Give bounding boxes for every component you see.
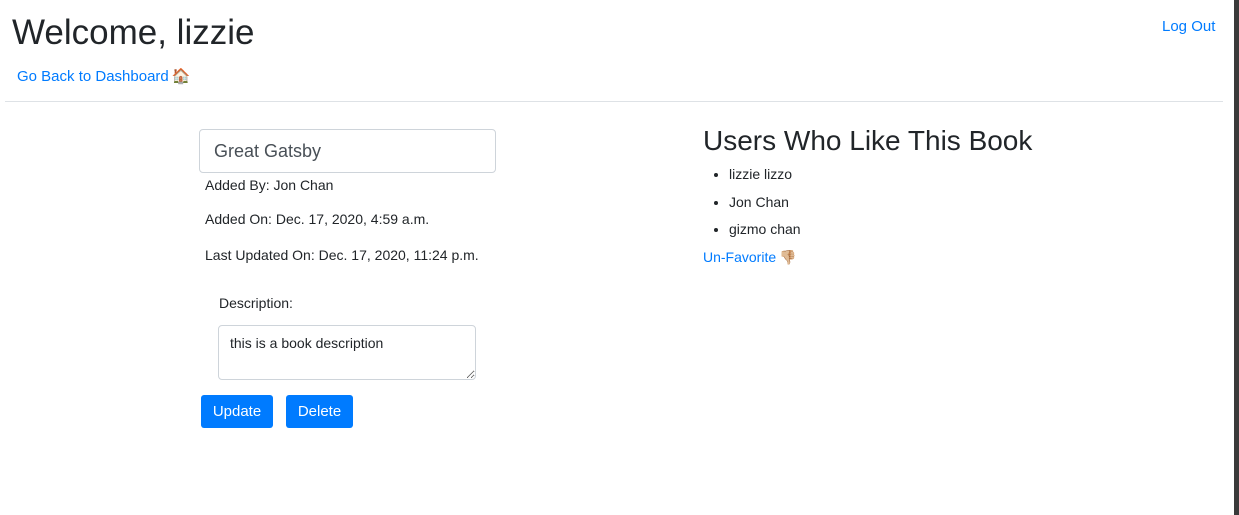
book-detail-page: Welcome, lizzie Log Out Go Back to Dashb…: [0, 0, 1239, 515]
thumbs-down-icon: 👎🏼: [779, 249, 797, 265]
description-label: Description:: [219, 295, 293, 311]
window-edge: [1234, 0, 1239, 515]
added-on-text: Added On: Dec. 17, 2020, 4:59 a.m.: [205, 211, 430, 227]
book-title-input[interactable]: [199, 129, 496, 173]
delete-button[interactable]: Delete: [286, 395, 353, 428]
description-textarea[interactable]: this is a book description: [218, 325, 476, 380]
list-item: Jon Chan: [729, 193, 801, 211]
list-item: gizmo chan: [729, 220, 801, 238]
likes-heading: Users Who Like This Book: [703, 125, 1033, 156]
back-to-dashboard-label: Go Back to Dashboard: [17, 68, 169, 85]
update-button[interactable]: Update: [201, 395, 273, 428]
house-icon: 🏠: [171, 68, 191, 85]
header-divider: [5, 101, 1223, 102]
list-item: lizzie lizzo: [729, 165, 801, 183]
logout-link[interactable]: Log Out: [1162, 18, 1215, 36]
added-by-text: Added By: Jon Chan: [205, 177, 334, 193]
likes-list: lizzie lizzo Jon Chan gizmo chan: [703, 165, 801, 248]
unfavorite-link[interactable]: Un-Favorite 👎🏼: [703, 247, 797, 267]
last-updated-text: Last Updated On: Dec. 17, 2020, 11:24 p.…: [205, 247, 479, 263]
back-to-dashboard-link[interactable]: Go Back to Dashboard 🏠: [17, 67, 190, 87]
unfavorite-label: Un-Favorite: [703, 249, 777, 265]
page-title: Welcome, lizzie: [12, 13, 255, 52]
